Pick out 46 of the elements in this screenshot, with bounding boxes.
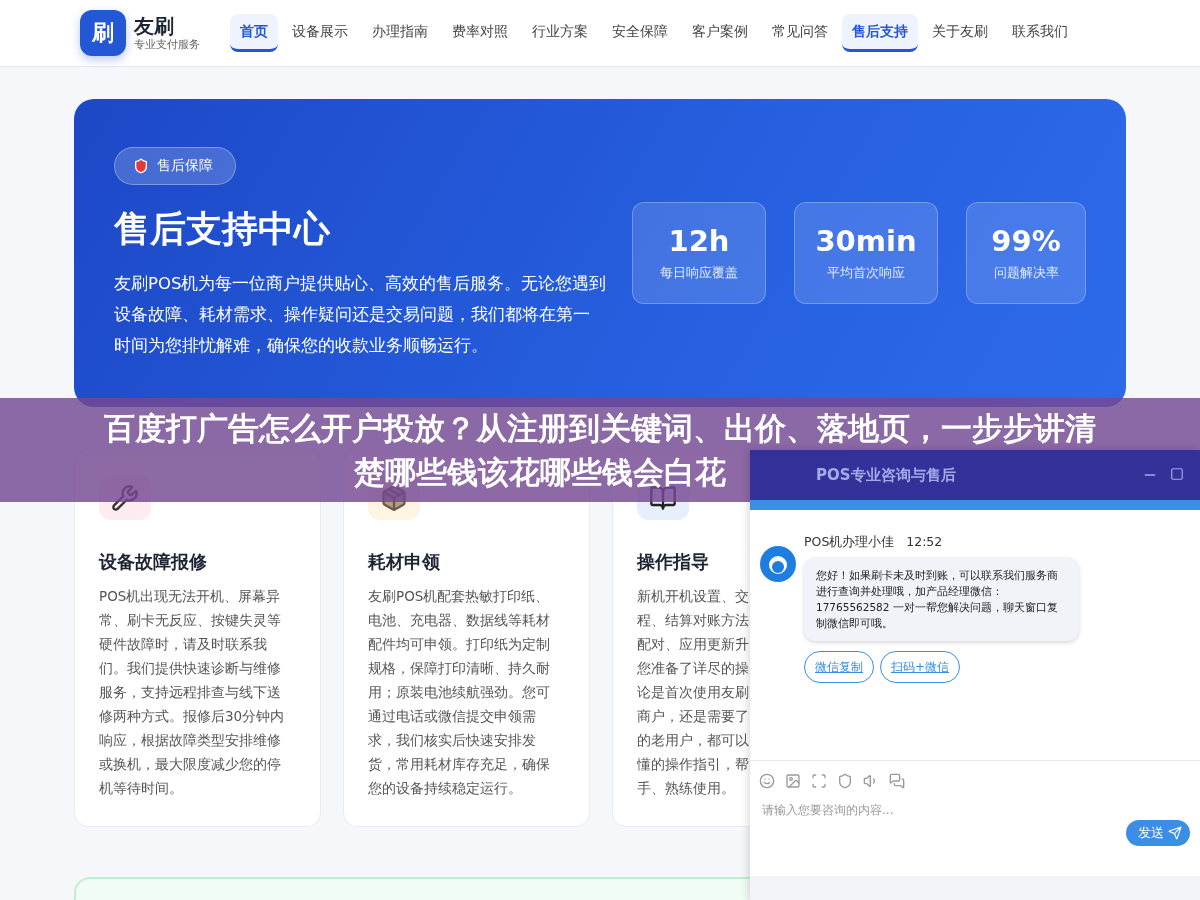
- banner-title: 百度打广告怎么开户投放？从注册到关键词、出价、落地页，一步步讲清: [104, 409, 1096, 448]
- service-description: 新机开机设置、交 程、结算对账方法 配对、应用更新升 您准备了详尽的操 论是首次使用友刷 商户，还是需要了 的老用户，都可以 懂的操作指引，帮 手、熟练使用。: [637, 587, 749, 798]
- chat-bubbles-icon[interactable]: [889, 772, 905, 789]
- brand-tagline: 专业支付服务: [134, 36, 200, 52]
- nav-link[interactable]: 售后支持: [842, 14, 918, 52]
- message-bubble: 您好！如果刷卡未及时到账，可以联系我们服务商进行查询并处理哦，加产品经理微信：17765562582 一对一帮您解决问题，聊天窗口复制微信即可哦。: [804, 557, 1079, 641]
- quick-reply-button[interactable]: 微信复制: [804, 651, 874, 683]
- nav-link[interactable]: 客户案例: [682, 14, 758, 52]
- stat-label: 问题解决率: [993, 264, 1059, 282]
- stat-label: 每日响应覆盖: [660, 264, 738, 282]
- shield-icon[interactable]: [837, 772, 853, 789]
- nav-link[interactable]: 安全保障: [602, 14, 678, 52]
- stat-value: 12h: [668, 224, 730, 258]
- nav-link[interactable]: 联系我们: [1002, 14, 1078, 52]
- stat-value: 99%: [991, 224, 1061, 258]
- service-description: POS机出现无法开机、屏幕异 常、刷卡无反应、按键失灵等 硬件故障时，请及时联系我 们。我们提供快速诊断与维修 服务，支持远程排查与线下送 修两种方式。报修后30分钟内 响应，根据故障类型安排维修 或换机，最大限度减少您的停 机等待时间。: [99, 587, 285, 798]
- maximize-icon[interactable]: [1170, 467, 1184, 481]
- chat-title: POS专业咨询与售后: [816, 465, 956, 485]
- screenshot-icon[interactable]: [811, 772, 827, 789]
- service-title: 操作指导: [637, 550, 709, 574]
- nav-link[interactable]: 行业方案: [522, 14, 598, 52]
- badge-label: 售后保障: [157, 157, 213, 175]
- stat-value: 30min: [815, 224, 917, 258]
- quick-reply-button[interactable]: 扫码+微信: [880, 651, 961, 683]
- service-description: 友刷POS机配套热敏打印纸、 电池、充电器、数据线等耗材 配件均可申领。打印纸为定制 规格，保障打印清晰、持久耐 用；原装电池续航强劲。您可 通过电话或微信提交申领需 求，我们核实后快速安排发 货，常用耗材库存充足，确保 您的设备持续稳定运行。: [368, 587, 550, 798]
- avatar-icon: [760, 546, 796, 582]
- nav-link[interactable]: 办理指南: [362, 14, 438, 52]
- send-icon: [1168, 826, 1182, 840]
- hero-description: 友刷POS机为每一位商户提供贴心、高效的售后服务。无论您遇到 设备故障、耗材需求、操作疑问还是交易问题，我们都将在第一 时间为您排忧解难，确保您的收款业务顺畅运行。: [114, 273, 607, 357]
- shield-icon: [133, 158, 149, 174]
- hero-title: 售后支持中心: [114, 207, 330, 251]
- service-title: 耗材申领: [368, 550, 440, 574]
- nav-link[interactable]: 常见问答: [762, 14, 838, 52]
- service-title: 设备故障报修: [99, 550, 207, 574]
- banner-title: 楚哪些钱该花哪些钱会白花: [354, 453, 726, 492]
- nav-link[interactable]: 费率对照: [442, 14, 518, 52]
- message-time: 12:52: [906, 534, 943, 549]
- nav-link[interactable]: 首页: [230, 14, 278, 52]
- nav-link[interactable]: 关于友刷: [922, 14, 998, 52]
- logo-mark[interactable]: 刷: [80, 10, 126, 56]
- image-icon[interactable]: [785, 772, 801, 789]
- message-sender: POS机办理小佳 12:52: [804, 534, 943, 551]
- nav-link[interactable]: 设备展示: [282, 14, 358, 52]
- brand-name: 友刷: [134, 14, 175, 37]
- emoji-icon[interactable]: [759, 772, 775, 789]
- stat-label: 平均首次响应: [827, 264, 905, 282]
